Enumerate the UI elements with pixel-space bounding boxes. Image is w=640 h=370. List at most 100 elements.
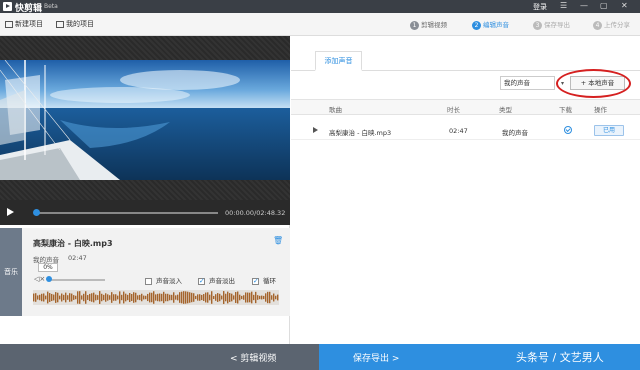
highlight-ring <box>556 69 631 98</box>
waveform-bar <box>223 291 225 304</box>
close-icon[interactable]: ✕ <box>621 1 628 10</box>
video-thumbnail <box>0 60 290 180</box>
login-link[interactable]: 登录 <box>533 2 547 12</box>
beta-badge: Beta <box>44 3 58 10</box>
music-track-card[interactable]: 音乐 高梨康治 - 白映.mp3 🗑 我的声音 02:47 0% ◁× 声音淡入… <box>0 228 290 316</box>
audio-source-select[interactable]: 我的声音 ▾ <box>500 76 564 90</box>
fade-in-checkbox[interactable]: 声音淡入 <box>145 275 182 285</box>
waveform-bar <box>97 295 99 300</box>
waveform-bar <box>175 295 177 300</box>
select-value: 我的声音 <box>504 79 530 87</box>
waveform-bar <box>249 292 251 303</box>
waveform-bar <box>121 294 123 301</box>
loop-checkbox[interactable]: 循环 <box>252 275 276 285</box>
my-projects-button[interactable]: 我的项目 <box>56 19 94 29</box>
row-name: 高梨康治 - 白映.mp3 <box>329 129 392 137</box>
waveform-bar <box>75 295 77 300</box>
waveform-bar <box>205 292 207 303</box>
waveform-bar <box>157 293 159 302</box>
waveform-bar <box>203 294 205 301</box>
checkbox-box <box>145 277 152 285</box>
waveform-bar <box>179 292 181 303</box>
waveform-bar <box>271 295 273 300</box>
waveform-bar <box>85 291 87 304</box>
waveform-bar <box>125 293 127 302</box>
waveform-bar <box>247 292 249 303</box>
waveform-bar <box>119 291 121 304</box>
waveform-bar <box>83 293 85 302</box>
fade-out-label: 声音淡出 <box>209 277 235 285</box>
waveform-bar <box>35 293 37 302</box>
video-preview[interactable] <box>0 36 290 200</box>
step-upload-share[interactable]: 4 上传分享 <box>593 19 630 30</box>
waveform-bar <box>227 291 229 304</box>
fade-out-checkbox[interactable]: 声音淡出 <box>198 275 235 285</box>
waveform-bar <box>215 294 217 301</box>
waveform-bar <box>59 295 61 300</box>
loop-label: 循环 <box>263 277 276 285</box>
waveform-bar <box>109 295 111 300</box>
volume-slider[interactable] <box>47 279 105 281</box>
waveform-bar <box>261 295 263 300</box>
step-save-export[interactable]: 3 保存导出 <box>533 19 570 30</box>
waveform-bar <box>103 294 105 301</box>
waveform-bar <box>71 293 73 302</box>
right-panel: 添加声音 我的声音 ▾ + 本地声音 歌曲 时长 类型 下载 操作 高梨康治 -… <box>291 36 640 344</box>
next-label: 保存导出 > <box>353 354 400 364</box>
step-number: 2 <box>472 21 481 30</box>
waveform-bar <box>207 292 209 303</box>
step-edit-video[interactable]: 1 剪辑视频 <box>410 19 447 30</box>
waveform-bar <box>273 293 275 302</box>
waveform-bar <box>53 294 55 301</box>
music-tab[interactable]: 音乐 <box>0 228 22 316</box>
waveform-bar <box>233 295 235 300</box>
waveform[interactable] <box>33 290 279 305</box>
waveform-bar <box>169 294 171 301</box>
column-header: 歌曲 <box>329 106 342 114</box>
waveform-bar <box>79 291 81 304</box>
menu-icon[interactable]: ☰ <box>560 1 567 10</box>
waveform-bar <box>163 291 165 304</box>
minimize-icon[interactable]: — <box>580 1 588 10</box>
waveform-bar <box>269 291 271 304</box>
column-header: 操作 <box>594 106 607 114</box>
column-header: 下载 <box>559 106 572 114</box>
play-icon[interactable] <box>313 127 318 133</box>
table-row[interactable]: 高梨康治 - 白映.mp3 02:47 我的声音 已用 <box>291 122 640 140</box>
waveform-bar <box>95 294 97 301</box>
waveform-bar <box>113 294 115 301</box>
waveform-bar <box>275 295 277 300</box>
tab-add-audio[interactable]: 添加声音 <box>315 51 362 71</box>
speaker-icon[interactable]: ◁× <box>34 275 45 283</box>
column-header: 时长 <box>447 106 460 114</box>
waveform-bar <box>33 293 35 302</box>
waveform-bar <box>173 292 175 303</box>
used-button[interactable]: 已用 <box>594 125 624 136</box>
waveform-bar <box>165 293 167 302</box>
progress-knob[interactable] <box>33 209 40 216</box>
waveform-bar <box>91 293 93 302</box>
track-duration: 02:47 <box>68 254 87 262</box>
column-header: 类型 <box>499 106 512 114</box>
back-label: < 剪辑视频 <box>230 354 277 364</box>
back-edit-video-button[interactable]: < 剪辑视频 <box>0 344 319 370</box>
waveform-bar <box>187 291 189 304</box>
play-icon[interactable] <box>7 208 14 216</box>
toolbar: 新建项目 我的项目 1 剪辑视频 2 编辑声音 3 保存导出 4 上传分享 <box>0 13 640 36</box>
trash-icon[interactable]: 🗑 <box>273 236 283 245</box>
waveform-bar <box>73 295 75 300</box>
volume-percent: 0% <box>38 263 58 272</box>
waveform-bar <box>107 294 109 301</box>
waveform-bar <box>101 293 103 302</box>
new-project-button[interactable]: 新建项目 <box>5 19 43 29</box>
volume-knob[interactable] <box>46 276 52 282</box>
tab-bar: 添加声音 <box>291 36 640 71</box>
waveform-bar <box>147 293 149 302</box>
maximize-icon[interactable]: ▢ <box>600 1 608 10</box>
step-edit-audio[interactable]: 2 编辑声音 <box>472 19 509 30</box>
waveform-bar <box>251 291 253 304</box>
waveform-bar <box>253 294 255 301</box>
waveform-bar <box>229 293 231 302</box>
waveform-bar <box>257 295 259 300</box>
progress-track[interactable] <box>35 212 218 214</box>
